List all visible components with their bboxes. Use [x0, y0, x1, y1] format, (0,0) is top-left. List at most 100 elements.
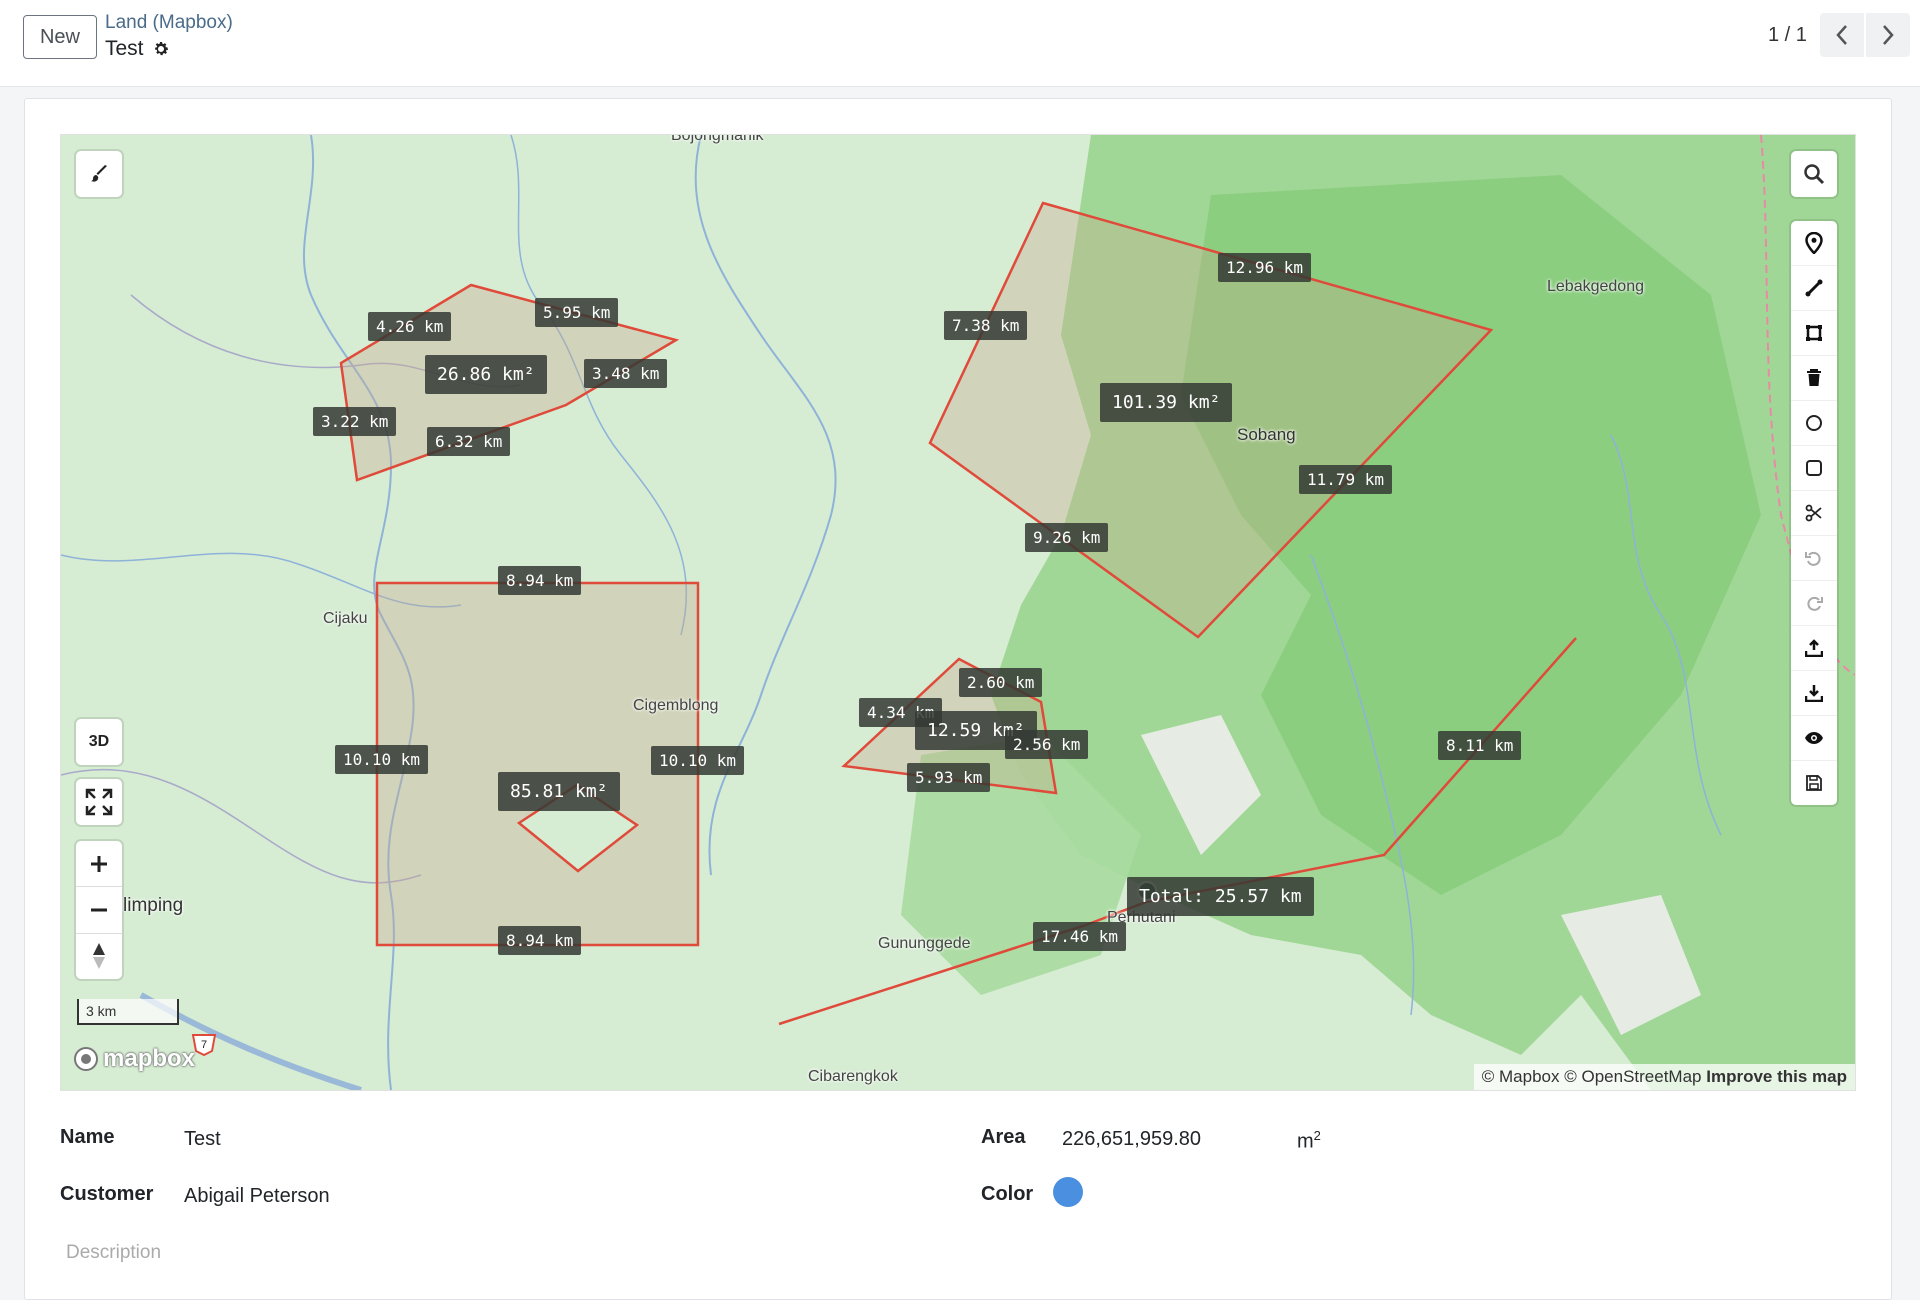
record-title-text: Test — [105, 37, 144, 60]
trash-icon — [1807, 369, 1821, 386]
measure-label: 8.94 km — [498, 566, 582, 595]
pager-next-button[interactable] — [1866, 13, 1910, 57]
name-field[interactable]: Test — [184, 1128, 221, 1151]
measure-label: 8.94 km — [498, 926, 582, 955]
record-title: Test — [105, 37, 170, 61]
rectangle-icon — [1806, 460, 1822, 476]
pager-previous-button[interactable] — [1820, 13, 1864, 57]
measure-label: 10.10 km — [335, 745, 429, 774]
scale-bar: 3 km — [77, 999, 179, 1025]
mapbox-logo-text: mapbox — [103, 1045, 196, 1072]
measure-label: 7.38 km — [944, 311, 1028, 340]
area-label: 26.86 km² — [425, 355, 547, 394]
name-label: Name — [60, 1126, 115, 1148]
area-field[interactable]: 226,651,959.80 — [1062, 1128, 1201, 1151]
color-swatch[interactable] — [1053, 1177, 1083, 1207]
measure-label: 5.95 km — [535, 298, 619, 327]
place-bojongmanik: Bojongmanik — [671, 134, 764, 144]
zoom-control — [76, 841, 122, 979]
eye-icon — [1805, 732, 1823, 744]
cut-button[interactable] — [1791, 491, 1837, 536]
measure-label: 2.56 km — [1005, 730, 1089, 759]
area-label: Area — [981, 1126, 1026, 1148]
svg-text:7: 7 — [201, 1039, 207, 1051]
undo-button[interactable] — [1791, 536, 1837, 581]
draw-polygon-button[interactable] — [1791, 311, 1837, 356]
place-lebakgedong: Lebakgedong — [1547, 278, 1644, 295]
minus-icon — [91, 908, 107, 912]
measure-label: 9.26 km — [1025, 523, 1109, 552]
new-button[interactable]: New — [23, 15, 97, 59]
color-label: Color — [981, 1183, 1034, 1205]
map-attribution: © Mapbox © OpenStreetMap Improve this ma… — [1473, 1064, 1855, 1090]
attribution-mapbox[interactable]: © Mapbox — [1482, 1067, 1560, 1086]
draw-toolbar — [1791, 221, 1837, 805]
fullscreen-button[interactable] — [76, 779, 122, 825]
style-button[interactable] — [76, 151, 122, 197]
redo-button[interactable] — [1791, 581, 1837, 626]
draw-rectangle-button[interactable] — [1791, 446, 1837, 491]
total-length-label: Total: 25.57 km — [1127, 877, 1314, 916]
measure-label: 4.26 km — [368, 312, 452, 341]
download-icon — [1805, 685, 1823, 702]
measure-label: 3.48 km — [584, 359, 668, 388]
upload-button[interactable] — [1791, 626, 1837, 671]
plus-icon — [91, 855, 107, 872]
chevron-left-icon — [1836, 25, 1847, 45]
line-icon — [1805, 279, 1823, 297]
scissors-icon — [1805, 504, 1822, 522]
zoom-out-button[interactable] — [76, 887, 122, 934]
place-cimping: limping — [123, 895, 184, 916]
fullscreen-icon — [85, 788, 113, 816]
customer-label: Customer — [60, 1183, 154, 1205]
attribution-osm[interactable]: © OpenStreetMap — [1564, 1067, 1701, 1086]
measure-label: 5.93 km — [907, 763, 991, 792]
description-field[interactable]: Description — [66, 1242, 161, 1264]
breadcrumb[interactable]: Land (Mapbox) — [105, 12, 233, 34]
mapbox-logo[interactable]: mapbox — [73, 1045, 195, 1073]
mapbox-logo-icon — [74, 1047, 98, 1071]
measure-label: 6.32 km — [427, 427, 511, 456]
search-button[interactable] — [1791, 151, 1837, 197]
draw-marker-button[interactable] — [1791, 221, 1837, 266]
area-label: 101.39 km² — [1100, 383, 1233, 422]
redo-icon — [1807, 596, 1823, 611]
control-panel: New Land (Mapbox) Test 1 / 1 — [0, 0, 1920, 87]
3d-toggle-button[interactable]: 3D — [76, 719, 122, 765]
polygon-icon — [1806, 325, 1822, 341]
compass-icon — [93, 943, 105, 970]
place-sobang: Sobang — [1237, 425, 1296, 444]
measure-label: 3.22 km — [313, 407, 397, 436]
measure-label: 10.10 km — [651, 746, 745, 775]
measure-label: 2.60 km — [959, 668, 1043, 697]
place-cibarengkok: Cibarengkok — [808, 1068, 898, 1085]
measure-label: 17.46 km — [1033, 922, 1127, 951]
measure-label: 8.11 km — [1438, 731, 1522, 760]
draw-circle-button[interactable] — [1791, 401, 1837, 446]
circle-icon — [1806, 415, 1822, 431]
measure-label: 12.96 km — [1218, 253, 1312, 282]
place-cijaku: Cijaku — [323, 610, 368, 627]
map-view[interactable]: Bojongmanik Sobang Lebakgedong Cijaku Ci… — [60, 134, 1856, 1091]
visibility-button[interactable] — [1791, 716, 1837, 761]
paintbrush-icon — [91, 165, 107, 182]
gear-icon[interactable] — [152, 40, 170, 58]
draw-line-button[interactable] — [1791, 266, 1837, 311]
download-button[interactable] — [1791, 671, 1837, 716]
floppy-disk-icon — [1806, 775, 1822, 791]
chevron-right-icon — [1883, 25, 1894, 45]
area-unit-text: m — [1297, 1130, 1314, 1153]
search-icon — [1804, 164, 1825, 185]
place-cigemblong: Cigemblong — [633, 697, 719, 714]
pager-value[interactable]: 1 / 1 — [1768, 24, 1807, 47]
save-button[interactable] — [1791, 761, 1837, 805]
delete-button[interactable] — [1791, 356, 1837, 401]
customer-field[interactable]: Abigail Peterson — [184, 1185, 330, 1208]
area-unit: m2 — [1297, 1128, 1321, 1153]
undo-icon — [1805, 551, 1821, 566]
place-gununggede: Gununggede — [878, 935, 971, 952]
area-label: 85.81 km² — [498, 772, 620, 811]
zoom-in-button[interactable] — [76, 841, 122, 888]
compass-button[interactable] — [76, 934, 122, 979]
improve-map-link[interactable]: Improve this map — [1706, 1067, 1847, 1086]
